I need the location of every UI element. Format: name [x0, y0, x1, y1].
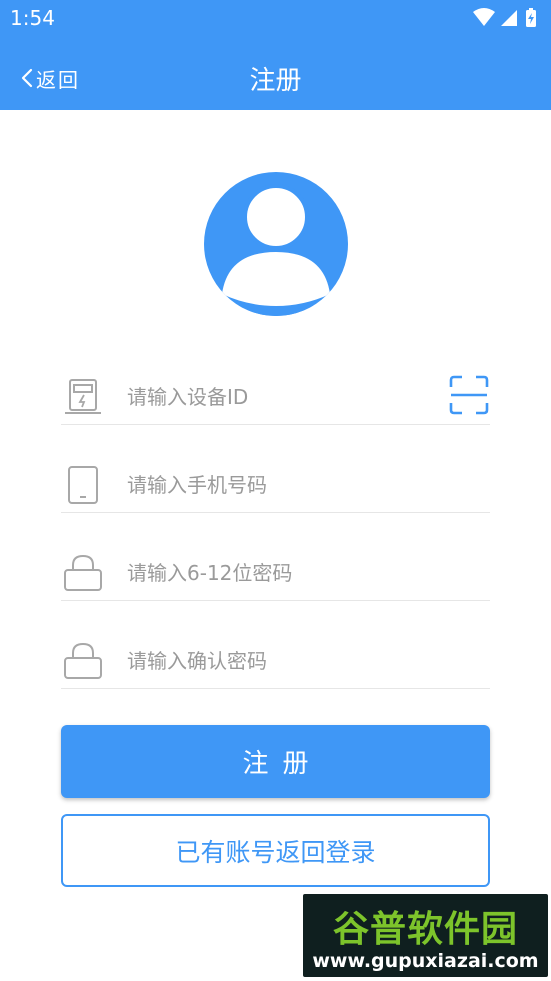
avatar-icon — [204, 172, 348, 316]
phone-input[interactable] — [125, 468, 429, 502]
page-title: 注册 — [249, 66, 302, 96]
lock-icon — [64, 642, 102, 679]
phone-icon — [68, 466, 98, 504]
confirm-password-field — [61, 632, 490, 689]
register-button[interactable]: 注册 — [61, 725, 490, 798]
device-icon — [65, 379, 101, 414]
lock-icon — [64, 554, 102, 591]
watermark: 谷普软件园 www.gupuxiazai.com — [303, 894, 548, 977]
password-field — [61, 544, 490, 601]
device-id-input[interactable] — [125, 380, 429, 414]
battery-icon — [526, 8, 536, 27]
signal-icon — [501, 10, 517, 26]
scan-icon[interactable] — [448, 374, 490, 416]
status-icons — [473, 8, 536, 27]
top-bar: 1:54 返回 注册 — [0, 0, 551, 110]
phone-field — [61, 456, 490, 513]
status-time: 1:54 — [10, 6, 55, 30]
watermark-brand: 谷普软件园 — [332, 909, 518, 950]
device-id-field — [61, 368, 490, 425]
wifi-icon — [473, 8, 495, 26]
password-input[interactable] — [125, 556, 429, 590]
confirm-password-input[interactable] — [125, 644, 429, 678]
back-to-login-button[interactable]: 已有账号返回登录 — [61, 814, 490, 887]
watermark-url: www.gupuxiazai.com — [312, 950, 539, 972]
